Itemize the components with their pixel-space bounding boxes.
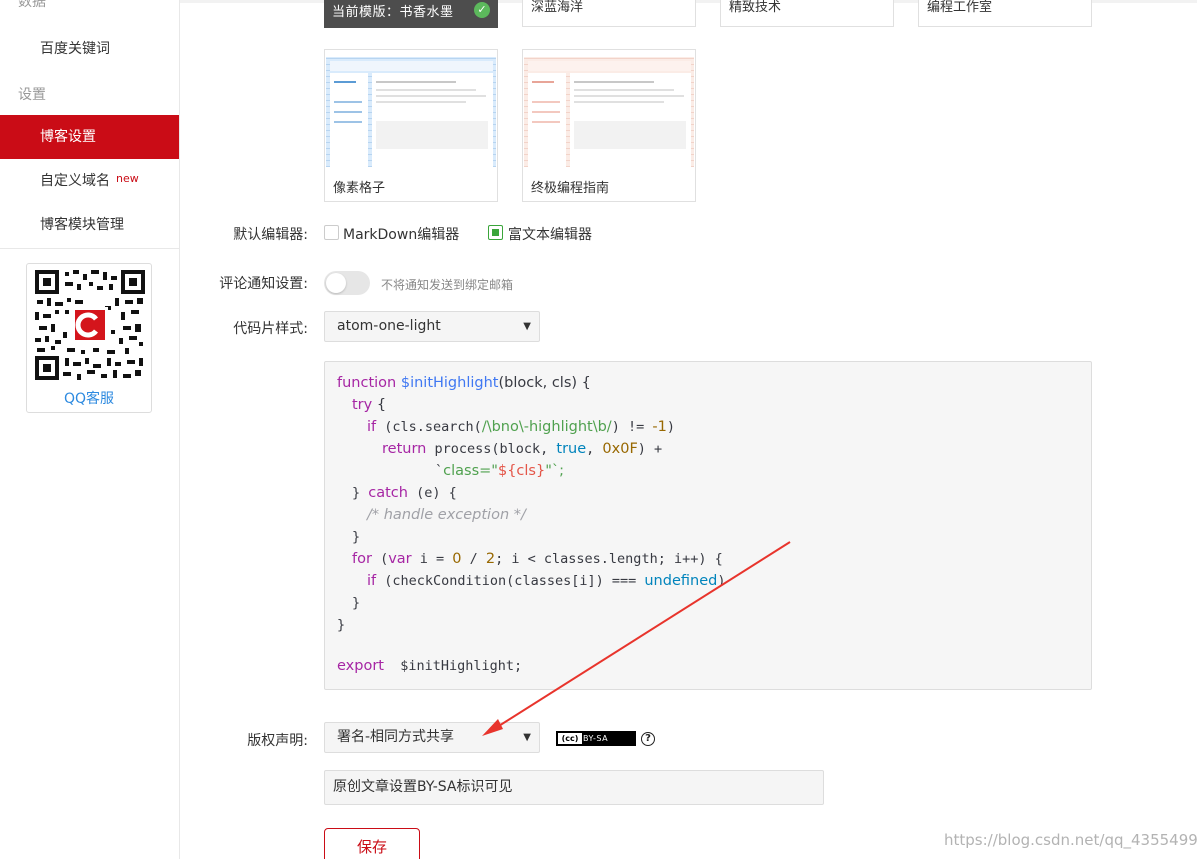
copyright-label: 版权声明: <box>247 733 308 749</box>
sidebar: 数据 百度关键词 设置 博客设置 自定义域名 new 博客模块管理 QQ客服 <box>0 0 180 859</box>
cc-by-sa-badge-icon: (cc) BY-SA <box>556 731 636 746</box>
template-current-label: 当前模版：书香水墨 <box>332 5 454 20</box>
template-current[interactable]: 当前模版：书香水墨 ✓ <box>324 0 498 28</box>
sidebar-item-baidu-keywords[interactable]: 百度关键词 <box>0 27 179 71</box>
editor-label: 默认编辑器: <box>233 227 308 243</box>
sidebar-cut-label: 数据 <box>18 0 46 10</box>
sidebar-item-module-manage[interactable]: 博客模块管理 <box>0 203 179 247</box>
code-line: } <box>337 617 346 633</box>
template-option-pixel-grid[interactable]: 像素格子 <box>324 49 498 202</box>
template-label: 像素格子 <box>333 181 386 196</box>
sidebar-group-settings: 设置 <box>18 87 46 103</box>
code-line: if (checkCondition(classes[i]) === undef… <box>367 573 726 589</box>
comment-notify-toggle[interactable] <box>324 271 370 295</box>
code-line: } <box>352 595 361 611</box>
qq-service-card[interactable]: QQ客服 <box>26 263 152 413</box>
code-line: for (var i = 0 / 2; i < classes.length; … <box>352 551 723 567</box>
template-option-deep-blue[interactable]: 深蓝海洋 <box>522 0 696 27</box>
new-badge: new <box>116 172 139 185</box>
code-line: export $initHighlight; <box>337 658 523 674</box>
code-line: try { <box>352 397 387 413</box>
template-preview-image <box>326 51 496 167</box>
dropdown-arrow-icon: ▼ <box>523 732 531 743</box>
markdown-editor-checkbox[interactable] <box>324 225 339 240</box>
comment-notify-hint: 不将通知发送到绑定邮箱 <box>381 278 514 292</box>
save-button[interactable]: 保存 <box>324 828 420 859</box>
comment-notify-label: 评论通知设置: <box>219 276 308 292</box>
code-line: /* handle exception */ <box>367 507 526 523</box>
template-label: 深蓝海洋 <box>531 0 584 15</box>
dropdown-arrow-icon: ▼ <box>523 321 531 332</box>
template-option-code-studio[interactable]: 编程工作室 <box>918 0 1092 27</box>
cc-by-text: BY-SA <box>583 734 609 743</box>
code-line: return process(block, true, 0x0F) + <box>382 441 663 457</box>
check-icon: ✓ <box>474 2 490 18</box>
code-style-select[interactable]: atom-one-light ▼ <box>324 311 540 342</box>
sidebar-divider <box>0 248 179 249</box>
code-line: `class="${cls}"`; <box>435 463 565 479</box>
cc-text: (cc) <box>558 733 582 744</box>
template-option-ultimate-guide[interactable]: 终极编程指南 <box>522 49 696 202</box>
code-line: if (cls.search(/\bno\-highlight\b/) != -… <box>367 419 675 435</box>
sidebar-item-custom-domain[interactable]: 自定义域名 new <box>0 159 179 203</box>
template-label: 编程工作室 <box>927 0 993 15</box>
watermark: https://blog.csdn.net/qq_43554997 <box>944 831 1197 849</box>
template-label: 精致技术 <box>729 0 782 15</box>
sidebar-item-label: 博客模块管理 <box>40 217 124 233</box>
template-preview-image <box>524 51 694 167</box>
sidebar-item-label: 博客设置 <box>40 129 96 145</box>
code-style-value: atom-one-light <box>337 318 441 334</box>
code-preview: function $initHighlight(block, cls) { tr… <box>324 361 1092 690</box>
qr-code-image <box>35 270 145 380</box>
sidebar-item-blog-settings[interactable]: 博客设置 <box>0 115 179 159</box>
copyright-select[interactable]: 署名-相同方式共享 ▼ <box>324 722 540 753</box>
code-line: } <box>352 529 361 545</box>
copyright-note-field[interactable]: 原创文章设置BY-SA标识可见 <box>324 770 824 805</box>
template-label: 终极编程指南 <box>531 181 610 196</box>
richtext-editor-checkbox[interactable] <box>488 225 503 240</box>
template-option-refined-tech[interactable]: 精致技术 <box>720 0 894 27</box>
sidebar-item-label: 自定义域名 <box>40 173 110 189</box>
markdown-editor-label[interactable]: MarkDown编辑器 <box>343 224 459 244</box>
help-icon[interactable]: ? <box>641 732 655 746</box>
code-style-label: 代码片样式: <box>233 321 308 337</box>
richtext-editor-label[interactable]: 富文本编辑器 <box>508 224 592 244</box>
code-line: function $initHighlight(block, cls) { <box>337 375 591 391</box>
qq-service-link[interactable]: QQ客服 <box>27 388 151 408</box>
code-line: } catch (e) { <box>352 485 457 501</box>
copyright-value: 署名-相同方式共享 <box>337 729 455 745</box>
